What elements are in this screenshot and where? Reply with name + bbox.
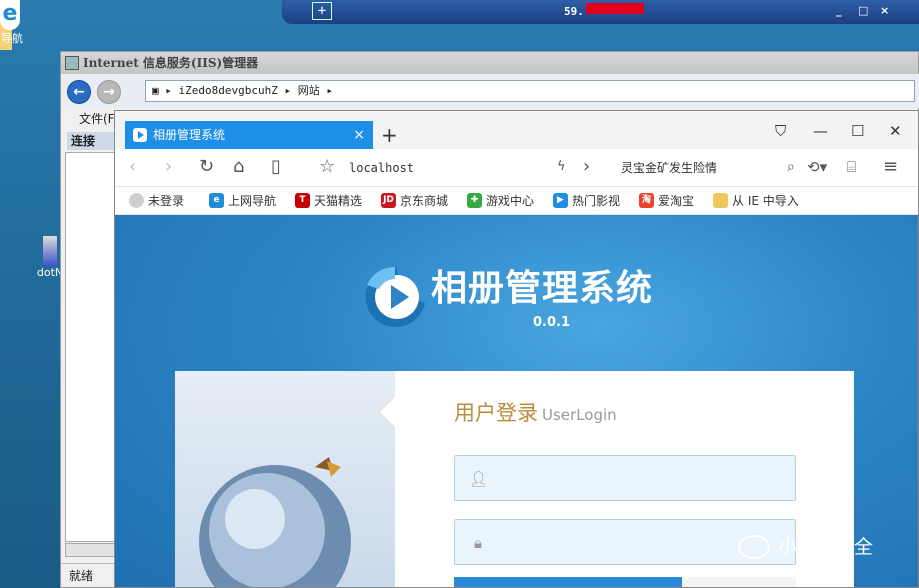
bookmark-tmall[interactable]: T 天猫精选 (295, 193, 362, 209)
tmall-icon: T (295, 193, 310, 208)
folder-icon (713, 193, 728, 208)
bookmark-import-ie[interactable]: 从 IE 中导入 (713, 193, 799, 209)
bookmark-jd[interactable]: JD 京东商城 (381, 193, 448, 209)
menu-icon[interactable]: ≡ (883, 157, 898, 177)
username-field[interactable]: 👤︎ (454, 455, 796, 501)
remote-desktop-bar: + 59. _ □ × (282, 0, 919, 24)
bookmark-web-nav[interactable]: e 上网导航 (209, 193, 276, 209)
taobao-icon: 淘 (639, 193, 654, 208)
chevron-right-icon: ▸ (165, 84, 179, 97)
play-icon: ▶ (553, 193, 568, 208)
login-button[interactable] (454, 577, 682, 587)
lightning-icon[interactable]: ϟ (557, 157, 566, 177)
chevron-right-icon: ▸ (284, 84, 298, 97)
tab-bar: 相册管理系统 × + ⛉ — ☐ ✕ (115, 111, 918, 149)
undo-dropdown-icon[interactable]: ⟲▾ (807, 157, 827, 177)
username-input[interactable] (497, 456, 787, 500)
app-brand-title: 相册管理系统 (431, 268, 654, 309)
captcha-image[interactable] (682, 577, 796, 587)
close-window-button[interactable]: ✕ (889, 121, 902, 141)
redaction-mark (586, 3, 644, 14)
forward-icon[interactable]: › (165, 157, 172, 177)
path-site[interactable]: 网站 (298, 84, 320, 97)
pin-icon[interactable]: + (312, 2, 332, 20)
connections-header: 连接 (67, 132, 115, 150)
shirt-skin-icon[interactable]: ⛉ (775, 121, 786, 141)
desktop-ie-shortcut[interactable]: e 导航 (0, 0, 24, 46)
bookmark-label: 爱淘宝 (658, 194, 695, 208)
desktop-ie-label: 导航 (1, 32, 23, 45)
tree-scrollbar[interactable] (65, 543, 115, 557)
app-version: 0.0.1 (533, 315, 571, 330)
tab-title: 相册管理系统 (153, 128, 226, 142)
wechat-icon (738, 535, 770, 559)
rdp-close-button[interactable]: × (880, 4, 889, 17)
puzzle-globe-icon (199, 457, 351, 587)
iis-title-bar: Internet 信息服务(IIS)管理器 (61, 52, 918, 74)
folder-icon: ▣ (152, 84, 159, 97)
close-tab-icon[interactable]: × (353, 121, 365, 149)
new-tab-button[interactable]: + (381, 121, 398, 149)
login-title: 用户登录 UserLogin (454, 399, 617, 429)
user-icon: 👤︎ (469, 470, 489, 488)
bookmark-label: 京东商城 (400, 194, 449, 208)
bookmark-login[interactable]: 未登录 (129, 193, 184, 209)
lock-icon: 🔒︎ (474, 534, 482, 552)
login-illustration (175, 371, 395, 587)
bookmark-label: 从 IE 中导入 (732, 194, 799, 208)
iis-address-bar: ← → ▣ ▸ iZedo8devgbcuhZ ▸ 网站 ▸ (61, 74, 919, 108)
page-content: 相册管理系统 0.0.1 用户登录 UserLogin 👤︎ 🔒︎ (115, 215, 918, 587)
rdp-minimize-button[interactable]: _ (836, 4, 842, 17)
home-icon[interactable]: ⌂ (233, 157, 244, 177)
address-input[interactable]: localhost (349, 159, 414, 177)
iis-path-box[interactable]: ▣ ▸ iZedo8devgbcuhZ ▸ 网站 ▸ (145, 80, 915, 102)
bookmark-taobao[interactable]: 淘 爱淘宝 (639, 193, 694, 209)
jd-icon: JD (381, 193, 396, 208)
bookmark-label: 热门影视 (572, 194, 621, 208)
gamepad-icon: ✚ (467, 193, 482, 208)
navigation-bar: ‹ › ↻ ⌂ ▯ ☆ localhost ϟ › 灵宝金矿发生险情 ⌕ ⟲▾ … (115, 149, 918, 187)
minimize-button[interactable]: — (813, 121, 828, 141)
back-arrow-icon[interactable]: ← (67, 80, 91, 104)
watermark-text: 小兵搞安全 (778, 536, 874, 558)
path-server[interactable]: iZedo8devgbcuhZ (179, 84, 278, 97)
shopping-bag-icon[interactable]: ⌸ (847, 157, 856, 177)
rdp-restore-button[interactable]: □ (858, 4, 868, 17)
ie-icon: e (209, 193, 224, 208)
tab-album-system[interactable]: 相册管理系统 × (125, 121, 373, 149)
watermark: 小兵搞安全 (738, 534, 873, 560)
bookmark-label: 游戏中心 (486, 194, 535, 208)
bookmark-movies[interactable]: ▶ 热门影视 (553, 193, 620, 209)
play-logo-icon (365, 266, 425, 327)
tab-favicon-icon (133, 128, 147, 142)
maximize-button[interactable]: ☐ (851, 121, 864, 141)
login-title-text: 用户登录 (454, 401, 538, 425)
search-icon[interactable]: ⌕ (787, 157, 795, 177)
chevron-right-icon[interactable]: › (583, 157, 590, 177)
news-ticker[interactable]: 灵宝金矿发生险情 (621, 159, 717, 177)
bookmarks-bar: 未登录 e 上网导航 T 天猫精选 JD 京东商城 ✚ 游戏中心 ▶ 热门影视 … (115, 187, 918, 215)
chevron-right-icon: ▸ (326, 84, 333, 97)
ie-icon: e (0, 0, 20, 30)
dotnet-icon (43, 236, 57, 266)
iis-title: Internet 信息服务(IIS)管理器 (83, 56, 259, 70)
bookmark-label: 天猫精选 (314, 194, 363, 208)
remote-host-label: 59. (564, 5, 584, 18)
iis-app-icon (65, 56, 79, 70)
reader-icon[interactable]: ▯ (271, 157, 281, 177)
browser-window: 相册管理系统 × + ⛉ — ☐ ✕ ‹ › ↻ ⌂ ▯ ☆ localhost… (114, 110, 919, 588)
refresh-icon[interactable]: ↻ (199, 157, 214, 177)
favorite-star-icon[interactable]: ☆ (319, 157, 335, 177)
login-subtitle: UserLogin (542, 406, 617, 424)
connections-tree[interactable] (65, 152, 115, 542)
forward-arrow-icon[interactable]: → (97, 80, 121, 104)
user-icon (129, 193, 144, 208)
bookmark-label: 未登录 (148, 194, 185, 208)
back-icon[interactable]: ‹ (129, 157, 136, 177)
bookmark-games[interactable]: ✚ 游戏中心 (467, 193, 534, 209)
bookmark-label: 上网导航 (228, 194, 277, 208)
